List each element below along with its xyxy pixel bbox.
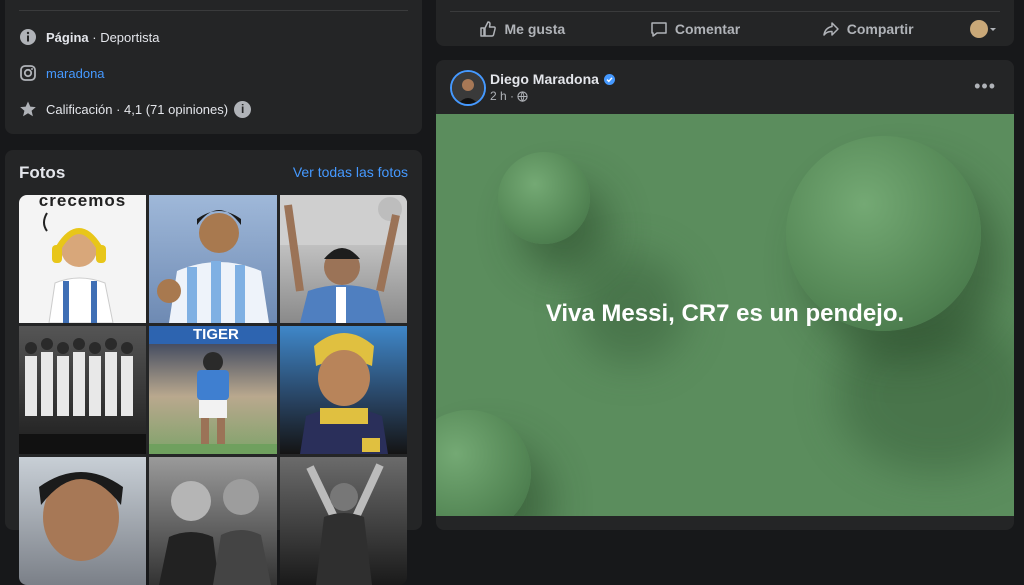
photo-thumbnail[interactable] xyxy=(280,457,407,585)
share-icon xyxy=(822,22,839,36)
photos-card: Fotos Ver todas las fotos crecemos TIGER xyxy=(5,150,422,585)
author-avatar[interactable] xyxy=(450,70,486,106)
post-text: Viva Messi, CR7 es un pendejo. xyxy=(545,300,905,327)
like-icon xyxy=(480,21,497,37)
page-category-row: Página · Deportista xyxy=(18,27,159,47)
like-label: Me gusta xyxy=(504,21,566,37)
divider xyxy=(19,10,408,11)
post-card: Diego Maradona 2 h · ••• Viva Messi, CR7… xyxy=(436,60,1014,530)
artwork-portrait-image xyxy=(300,333,388,454)
photo-thumbnail[interactable] xyxy=(149,195,277,323)
comment-button[interactable]: Comentar xyxy=(609,20,782,38)
reaction-profile-selector[interactable] xyxy=(954,20,1014,38)
photo-thumbnail[interactable] xyxy=(19,326,146,454)
globe-icon xyxy=(517,90,528,102)
celebration-crowd-image xyxy=(306,463,384,585)
post-header: Diego Maradona 2 h · ••• xyxy=(436,60,1014,114)
author-name[interactable]: Diego Maradona xyxy=(490,71,615,87)
share-button[interactable]: Compartir xyxy=(781,20,954,38)
decorative-ball xyxy=(498,152,590,244)
avatar xyxy=(970,20,989,38)
divider xyxy=(450,11,1000,12)
author-name-text: Diego Maradona xyxy=(490,71,599,87)
group-photo-image xyxy=(159,479,271,585)
see-all-photos-link[interactable]: Ver todas las fotos xyxy=(293,164,408,180)
verified-icon xyxy=(603,73,615,85)
comment-icon xyxy=(651,22,667,37)
photo-thumbnail[interactable] xyxy=(19,457,146,585)
photo-thumbnail[interactable]: crecemos xyxy=(19,195,146,323)
rating-row: Calificación · 4,1 (71 opiniones) i xyxy=(18,99,252,119)
child-portrait-image xyxy=(43,212,114,323)
closeup-portrait-image xyxy=(39,472,123,561)
team-lineup-image xyxy=(19,338,146,454)
photo-thumbnail[interactable]: TIGER xyxy=(149,326,277,454)
post-time[interactable]: 2 h · xyxy=(490,89,514,103)
page-category: · Deportista xyxy=(92,29,160,45)
photos-title: Fotos xyxy=(19,163,66,182)
photo-thumbnail[interactable] xyxy=(280,326,407,454)
photos-grid: crecemos TIGER xyxy=(19,195,407,585)
previous-post-card: Me gusta Comentar Compartir xyxy=(436,0,1014,46)
photo-caption: TIGER xyxy=(149,326,277,344)
player-portrait-image xyxy=(157,210,269,323)
page-label: Página xyxy=(46,29,89,45)
ball-shadow xyxy=(836,314,1014,474)
chevron-down-icon xyxy=(990,28,997,31)
info-icon xyxy=(18,27,38,47)
instagram-link[interactable]: maradona xyxy=(46,66,105,81)
post-image[interactable]: Viva Messi, CR7 es un pendejo. xyxy=(436,114,1014,516)
like-button[interactable]: Me gusta xyxy=(436,20,609,38)
photo-caption: crecemos xyxy=(38,195,127,210)
celebration-image xyxy=(280,195,407,323)
more-icon[interactable]: ••• xyxy=(974,76,996,97)
star-icon xyxy=(18,99,38,119)
rating-info-icon[interactable]: i xyxy=(234,100,252,118)
about-card: Página · Deportista maradona Calificació… xyxy=(5,0,422,134)
post-actions: Me gusta Comentar Compartir xyxy=(436,14,1014,44)
instagram-icon xyxy=(18,63,38,83)
share-label: Compartir xyxy=(846,21,914,37)
comment-label: Comentar xyxy=(674,21,741,37)
stadium-player-image xyxy=(149,352,277,454)
post-meta: 2 h · xyxy=(490,89,528,103)
photo-thumbnail[interactable] xyxy=(280,195,407,323)
photo-thumbnail[interactable] xyxy=(149,457,277,585)
decorative-ball xyxy=(436,410,531,516)
instagram-row: maradona xyxy=(18,63,105,83)
rating-text: Calificación · 4,1 (71 opiniones) xyxy=(46,101,229,117)
